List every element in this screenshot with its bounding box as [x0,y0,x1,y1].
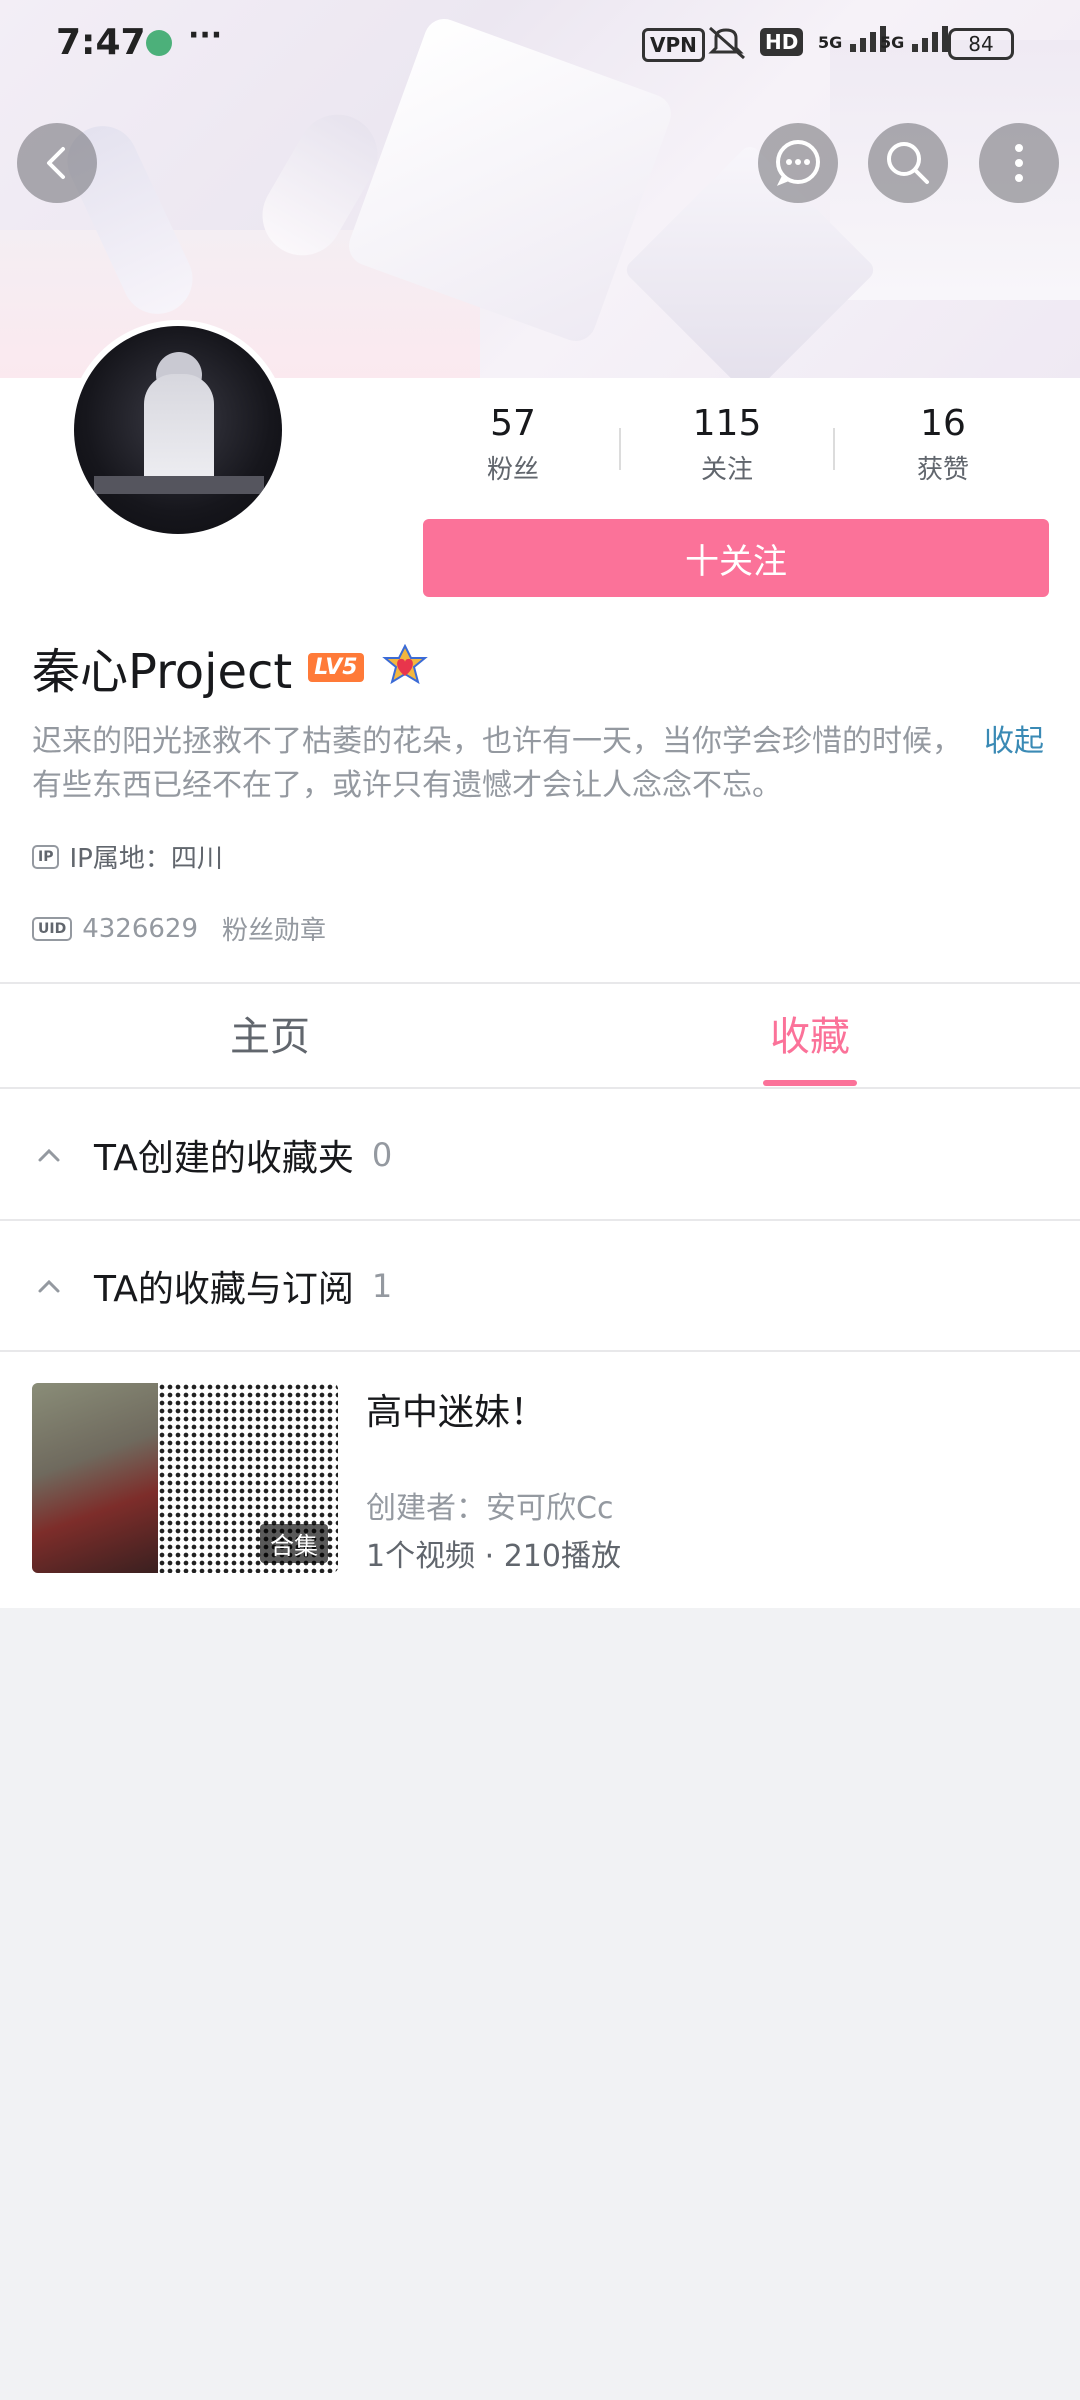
profile-name: 秦心Project [32,644,293,700]
stat-fans[interactable]: 57 粉丝 [413,398,613,490]
status-bar: 7:47 ··· VPN HD 5G 5G 84 [0,0,1080,92]
list-item[interactable]: 合集 高中迷妹！ 创建者：安可欣Cc 1个视频 · 210播放 [32,1383,1052,1574]
stat-fans-label: 粉丝 [486,455,539,485]
item-meta: 1个视频 · 210播放 [366,1539,621,1574]
stat-likes-count: 16 [920,403,966,444]
stat-likes[interactable]: 16 获赞 [843,398,1043,490]
item-creator: 创建者：安可欣Cc [366,1491,614,1526]
message-button[interactable] [758,123,838,203]
more-status-icon: ··· [188,18,223,53]
chat-icon [776,140,820,186]
stat-following-label: 关注 [700,455,753,485]
chevron-up-icon [38,1279,60,1293]
search-icon [887,142,929,184]
profile-bio: 迟来的阳光拯救不了枯萎的花朵，也许有一天，当你学会珍惜的时候，有些东西已经不在了… [32,724,962,803]
section-subscriptions[interactable]: TA的收藏与订阅 1 [0,1221,1080,1351]
section-title: TA的收藏与订阅 [94,1269,354,1310]
profile-tabs: 主页 收藏 [0,984,1080,1088]
medal-icon[interactable] [381,644,428,690]
stats-bar: 57 粉丝 115 关注 16 获赞 [440,398,1060,508]
ip-location-text: IP属地：四川 [69,844,223,874]
active-tab-indicator [763,1080,857,1086]
follow-button[interactable]: 十关注 [423,519,1049,597]
stat-following[interactable]: 115 关注 [627,398,827,490]
stat-following-count: 115 [692,403,762,444]
section-created-folders[interactable]: TA创建的收藏夹 0 [0,1090,1080,1220]
stat-fans-count: 57 [490,403,536,444]
ip-tag-icon: IP [32,844,60,869]
uid-tag-icon: UID [32,916,73,941]
divider [0,1350,1080,1352]
mute-icon [706,26,748,69]
stat-likes-label: 获赞 [916,455,969,485]
collection-badge: 合集 [260,1524,328,1563]
profile-name-row: 秦心Project LV5 [32,632,428,702]
section-count: 1 [371,1267,393,1305]
back-button[interactable] [17,123,97,203]
stat-divider [833,428,835,470]
more-vertical-icon [1015,144,1023,182]
more-button[interactable] [979,123,1059,203]
tab-favorites[interactable]: 收藏 [770,1004,850,1062]
back-icon [47,147,65,179]
collapse-bio-link[interactable]: 收起 [984,720,1044,764]
status-time: 7:47 [56,22,146,63]
level-badge: LV5 [308,652,364,682]
search-button[interactable] [868,123,948,203]
tab-home[interactable]: 主页 [230,1004,310,1062]
globe-icon [146,30,172,56]
divider [0,1087,1080,1089]
uid-row: UID 4326629 粉丝勋章 [32,910,326,947]
fan-badge-link[interactable]: 粉丝勋章 [222,910,326,947]
section-count: 0 [371,1136,393,1174]
item-title: 高中迷妹！ [366,1392,547,1433]
stat-divider [619,428,621,470]
uid-value: 4326629 [82,913,198,944]
avatar[interactable] [68,320,288,540]
vpn-icon: VPN [642,28,705,62]
item-thumbnail: 合集 [32,1383,338,1573]
ip-location: IP IP属地：四川 [32,838,223,875]
section-title: TA创建的收藏夹 [94,1138,354,1179]
hd-icon: HD [760,28,804,56]
chevron-up-icon [38,1148,60,1162]
battery-icon: 84 [948,28,1014,60]
